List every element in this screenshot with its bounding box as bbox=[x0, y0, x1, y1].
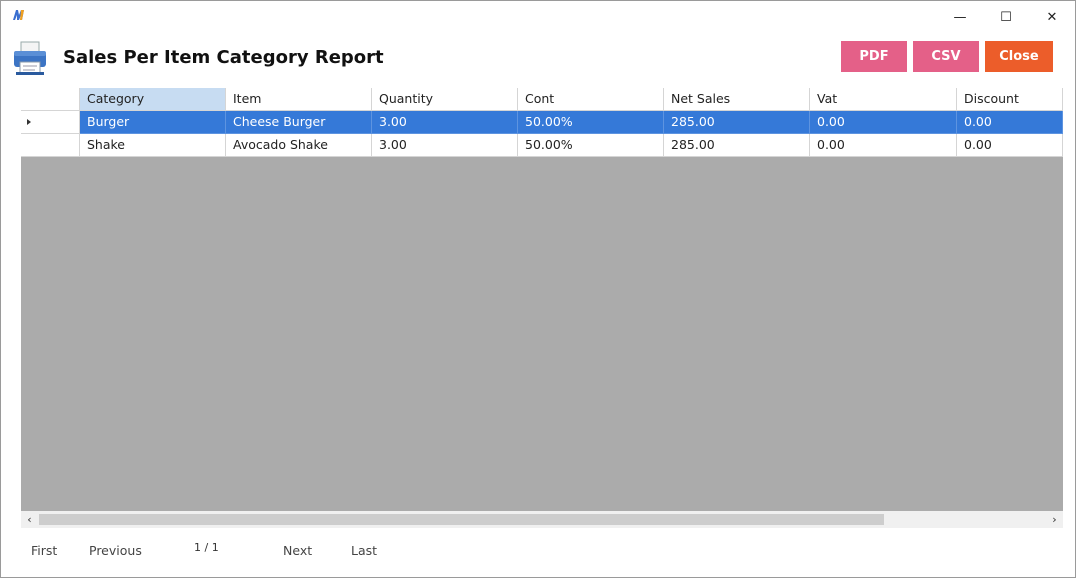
close-button[interactable]: Close bbox=[985, 41, 1053, 72]
cell-cont[interactable]: 50.00% bbox=[518, 134, 664, 157]
page-indicator: 1 / 1 bbox=[194, 541, 219, 554]
current-row-arrow-icon bbox=[27, 119, 31, 125]
horizontal-scrollbar[interactable]: ‹ › bbox=[21, 511, 1063, 528]
table-row[interactable]: Burger Cheese Burger 3.00 50.00% 285.00 … bbox=[21, 111, 1063, 134]
cell-category[interactable]: Shake bbox=[80, 134, 226, 157]
table-row[interactable]: Shake Avocado Shake 3.00 50.00% 285.00 0… bbox=[21, 134, 1063, 157]
maximize-button[interactable]: ☐ bbox=[983, 1, 1029, 33]
cell-category[interactable]: Burger bbox=[80, 111, 226, 134]
cell-item[interactable]: Cheese Burger bbox=[226, 111, 372, 134]
cell-vat[interactable]: 0.00 bbox=[810, 134, 957, 157]
csv-button[interactable]: CSV bbox=[913, 41, 979, 72]
cell-net-sales[interactable]: 285.00 bbox=[664, 111, 810, 134]
first-page-button[interactable]: First bbox=[31, 543, 57, 558]
cell-cont[interactable]: 50.00% bbox=[518, 111, 664, 134]
printer-icon bbox=[14, 41, 46, 75]
column-header-category[interactable]: Category bbox=[80, 88, 226, 111]
app-logo-icon bbox=[13, 10, 24, 20]
report-window: — ☐ ✕ Sales Per Item Category Report PDF… bbox=[0, 0, 1076, 578]
cell-quantity[interactable]: 3.00 bbox=[372, 111, 518, 134]
data-grid[interactable]: Category Item Quantity Cont Net Sales Va… bbox=[21, 88, 1063, 511]
cell-net-sales[interactable]: 285.00 bbox=[664, 134, 810, 157]
column-header-net-sales[interactable]: Net Sales bbox=[664, 88, 810, 111]
column-header-cont[interactable]: Cont bbox=[518, 88, 664, 111]
next-page-button[interactable]: Next bbox=[283, 543, 312, 558]
title-bar[interactable]: — ☐ ✕ bbox=[1, 1, 1075, 33]
scroll-right-arrow-icon[interactable]: › bbox=[1046, 511, 1063, 528]
row-header-corner[interactable] bbox=[21, 88, 80, 111]
column-header-item[interactable]: Item bbox=[226, 88, 372, 111]
last-page-button[interactable]: Last bbox=[351, 543, 377, 558]
scrollbar-thumb[interactable] bbox=[39, 514, 884, 525]
row-header[interactable] bbox=[21, 134, 80, 157]
page-title: Sales Per Item Category Report bbox=[63, 47, 384, 68]
previous-page-button[interactable]: Previous bbox=[89, 543, 142, 558]
cell-quantity[interactable]: 3.00 bbox=[372, 134, 518, 157]
window-close-button[interactable]: ✕ bbox=[1029, 1, 1075, 33]
scroll-left-arrow-icon[interactable]: ‹ bbox=[21, 511, 38, 528]
cell-item[interactable]: Avocado Shake bbox=[226, 134, 372, 157]
cell-discount[interactable]: 0.00 bbox=[957, 134, 1063, 157]
cell-vat[interactable]: 0.00 bbox=[810, 111, 957, 134]
column-header-discount[interactable]: Discount bbox=[957, 88, 1063, 111]
window-controls: — ☐ ✕ bbox=[937, 1, 1075, 33]
grid-header: Category Item Quantity Cont Net Sales Va… bbox=[21, 88, 1063, 111]
pdf-button[interactable]: PDF bbox=[841, 41, 907, 72]
column-header-quantity[interactable]: Quantity bbox=[372, 88, 518, 111]
column-header-vat[interactable]: Vat bbox=[810, 88, 957, 111]
cell-discount[interactable]: 0.00 bbox=[957, 111, 1063, 134]
row-header[interactable] bbox=[21, 111, 80, 134]
minimize-button[interactable]: — bbox=[937, 1, 983, 33]
